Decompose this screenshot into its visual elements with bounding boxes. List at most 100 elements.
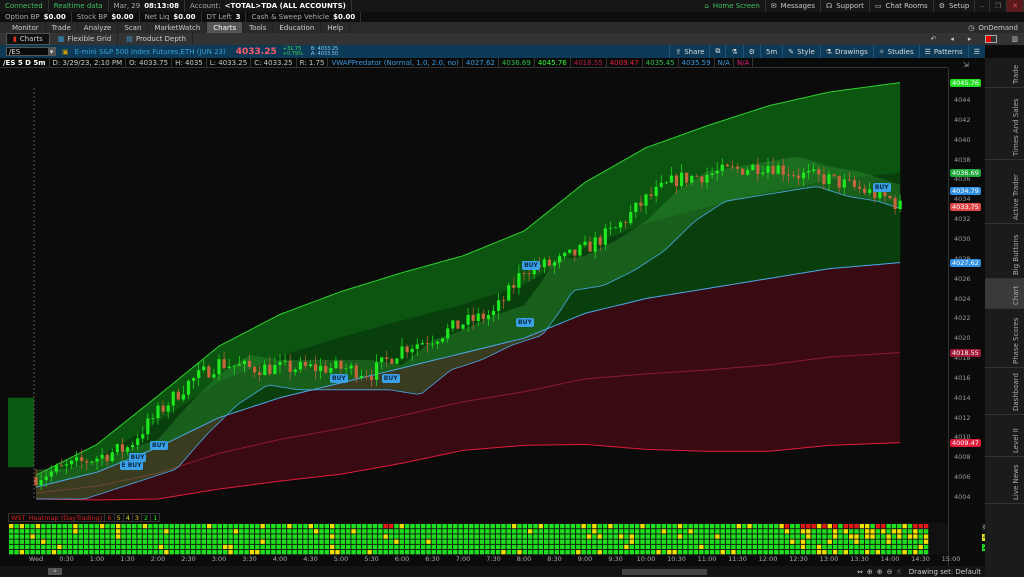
top-button-setup[interactable]: ⚙ Setup [934,0,976,12]
tab-trade[interactable]: Trade [46,22,78,33]
heatmap-cell [522,524,527,529]
buy-signal[interactable]: BUY [522,260,540,270]
buy-signal[interactable]: BUY [872,183,891,193]
forward-icon[interactable]: ▸ [968,35,972,43]
right-sidebar: Trade Times And Sales Active Trader Big But… [985,58,1024,577]
study-value: 4035.59 [679,58,715,67]
settings-icon[interactable]: ⚙ [742,45,760,58]
buy-signal[interactable]: BUY [150,441,168,451]
timeframe-icon[interactable]: 5m [759,45,782,58]
detach-icon[interactable]: ⧉ [709,45,725,58]
top-button-chat-rooms[interactable]: ▭ Chat Rooms [870,0,934,12]
drawings-button[interactable]: ⚗ Drawings [819,45,873,58]
grid-layout-icon[interactable] [985,35,998,43]
subtab-product-depth[interactable]: ▤ Product Depth [120,33,193,45]
heatmap-cell [319,524,324,529]
heatmap-cell [656,539,661,544]
price-chart[interactable] [8,68,948,510]
side-tab-big-buttons[interactable]: Big Buttons [985,224,1024,280]
patterns-button[interactable]: ☰ Patterns [918,45,968,58]
crosshair-icon[interactable]: ⊕ [867,568,873,576]
chart-id[interactable]: /ES 5 D 5m [0,58,50,67]
zoom-out-icon[interactable]: ⊖ [887,568,893,576]
top-button-home-screen[interactable]: ⌂ Home Screen [699,0,766,12]
tab-scan[interactable]: Scan [118,22,149,33]
heatmap-cell [330,524,335,529]
side-tab-trade[interactable]: Trade [985,58,1024,88]
tab-marketwatch[interactable]: MarketWatch [148,22,208,33]
buy-signal[interactable]: BUY [516,318,534,328]
studies-button[interactable]: ✧ Studies [872,45,919,58]
close-button[interactable]: ✕ [1007,0,1024,12]
heatmap-cell [110,550,116,555]
axis-settings-icon[interactable]: ⇲ [963,61,969,69]
horizontal-scrollbar[interactable] [622,568,707,575]
heatmap-cell [19,529,25,534]
tab-charts[interactable]: Charts [207,22,244,33]
share-button[interactable]: ⇪ Share [669,45,709,58]
hand-icon[interactable]: ☝ [897,568,901,576]
heatmap-cell [768,550,774,555]
buy-signal[interactable]: BUY [381,373,400,383]
heatmap-cell [790,550,795,555]
side-tab-label: Active Trader [1012,173,1020,220]
side-tab-phase-scores[interactable]: Phase Scores [985,309,1024,369]
heatmap-cell [506,529,511,534]
heatmap-cell [597,534,602,539]
side-tab-chart[interactable]: Chart [985,279,1024,309]
side-tab-times-and-sales[interactable]: Times And Sales [985,88,1024,160]
side-tab-level-ii[interactable]: Level II [985,415,1024,458]
heatmap-cell [233,534,239,539]
zoom-in-icon[interactable]: ⊕ [877,568,883,576]
subtab-flexible-grid[interactable]: ▦ Flexible Grid [52,33,119,45]
price-axis[interactable]: 4004 4006 4008 4010 4012 4014 4016 4018 4020 4022… [948,61,985,577]
time-axis[interactable]: Wed 0:30 1:00 1:30 2:00 2:30 3:00 3:30 4:00 4:30 5… [8,555,960,565]
heatmap-title[interactable]: WST_Heatmap (DayTrading) [9,514,104,522]
study-name[interactable]: VWAPPredator (Normal, 1.0, 2.0, no) [328,58,463,67]
buy-signal[interactable]: BUY [329,373,348,383]
heatmap-cell [244,524,249,529]
share-label: Share [684,47,705,56]
undo-icon[interactable]: ↶ [930,35,936,43]
heatmap-cell [319,539,324,544]
heatmap-cell [346,550,351,555]
subtab-charts[interactable]: ▮ Charts [6,33,50,45]
heatmap-cell [35,529,41,534]
tab-help[interactable]: Help [321,22,351,33]
panel-icon[interactable]: ▥ [1011,35,1018,43]
style-button[interactable]: ✎ Style [782,45,819,58]
tab-analyze[interactable]: Analyze [78,22,119,33]
back-icon[interactable]: ◂ [950,35,954,43]
tab-monitor[interactable]: Monitor [6,22,46,33]
link-icon[interactable]: ▣ [62,48,69,56]
tab-tools[interactable]: Tools [243,22,274,33]
heatmap-cell [597,529,602,534]
side-tab-active-trader[interactable]: Active Trader [985,160,1024,224]
flask-icon[interactable]: ⚗ [725,45,742,58]
candle [578,243,582,258]
heatmap-cell [704,550,709,555]
tab-education[interactable]: Education [273,22,322,33]
top-button-messages[interactable]: ✉ Messages [766,0,821,12]
account-selector[interactable]: Account: <TOTAL>TDA (ALL ACCOUNTS) [185,0,352,12]
chevron-down-icon[interactable]: ▾ [48,47,55,56]
top-button-support[interactable]: ☊ Support [821,0,870,12]
buy-signal[interactable]: BUY [128,453,147,463]
heatmap-cell [410,544,415,550]
drawing-set[interactable]: Drawing set: Default [909,568,981,576]
minimize-button[interactable]: – [975,0,990,12]
symbol-input[interactable]: /ES ▾ [6,47,56,56]
menu-icon[interactable]: ☰ [967,45,985,58]
ondemand-button[interactable]: ◷ OnDemand [963,22,1024,33]
side-tab-live-news[interactable]: Live News [985,457,1024,505]
side-tab-dashboard[interactable]: Dashboard [985,368,1024,415]
heatmap-cell [907,539,913,544]
collapse-button[interactable]: ⩮ [48,568,62,575]
heatmap-cell [843,529,848,534]
heatmap-cell [319,534,324,539]
maximize-button[interactable]: ❐ [990,0,1008,12]
heatmap-cell [25,524,30,529]
pan-icon[interactable]: ⇔ [857,568,863,576]
buy-signal[interactable]: E BUY [119,461,144,471]
realtime-status: Realtime data [49,0,109,12]
